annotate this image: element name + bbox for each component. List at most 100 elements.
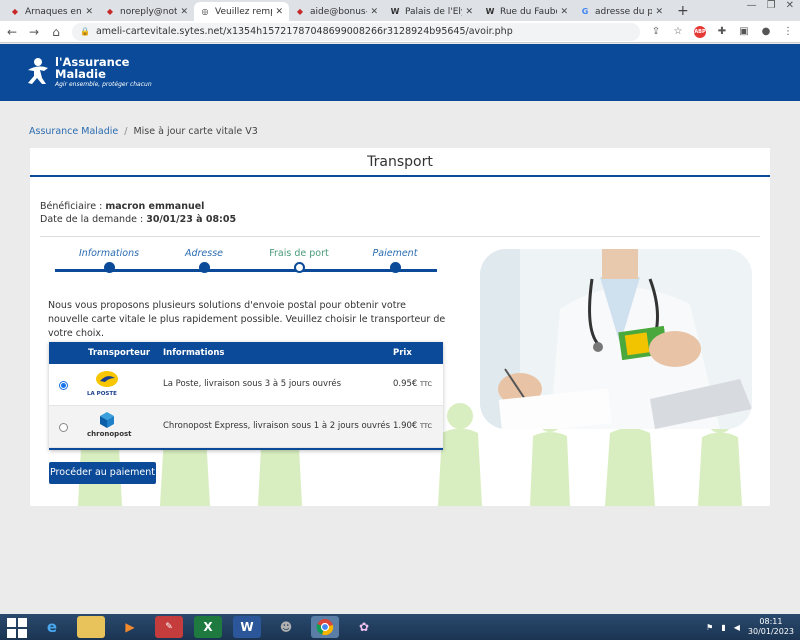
close-tab-icon[interactable]: ✕ xyxy=(560,7,568,17)
table-bottom-border xyxy=(49,448,443,450)
request-info: Bénéficiaire : macron emmanuel Date de l… xyxy=(40,201,237,225)
chronopost-radio[interactable] xyxy=(59,423,68,432)
step-frais-de-port: Frais de port xyxy=(259,248,339,273)
doctor-photo xyxy=(480,249,752,429)
tab-6[interactable]: Gadresse du pala✕ xyxy=(574,2,669,21)
flag-icon[interactable]: ⚑ xyxy=(706,623,713,632)
table-row-chronopost[interactable]: chronopost Chronopost Express, livraison… xyxy=(49,406,443,448)
tab-3[interactable]: ◆aide@bonus-ec✕ xyxy=(289,2,384,21)
window-controls: — ❐ ✕ xyxy=(747,0,794,11)
doctor-illustration xyxy=(480,249,752,429)
minimize-icon[interactable]: — xyxy=(747,0,757,11)
star-icon[interactable]: ☆ xyxy=(672,26,684,37)
laposte-logo: LA POSTE xyxy=(87,370,127,400)
laposte-radio[interactable] xyxy=(59,381,68,390)
profile-icon[interactable]: ● xyxy=(760,26,772,37)
tab-0[interactable]: ◆Arnaques en lig✕ xyxy=(4,2,99,21)
close-tab-icon[interactable]: ✕ xyxy=(180,7,188,17)
divider xyxy=(40,236,760,237)
share-icon[interactable]: ⇪ xyxy=(650,26,662,37)
step-dot xyxy=(103,262,115,273)
excel-icon[interactable]: X xyxy=(194,616,222,638)
new-tab-button[interactable]: + xyxy=(669,2,697,21)
request-date: 30/01/23 à 08:05 xyxy=(146,214,237,225)
url-text: ameli-cartevitale.sytes.net/x1354h157217… xyxy=(95,26,513,37)
laposte-bird-icon xyxy=(96,371,118,387)
step-informations: Informations xyxy=(69,248,149,273)
wikipedia-icon: W xyxy=(485,6,495,16)
close-tab-icon[interactable]: ✕ xyxy=(85,7,93,17)
adblock-icon[interactable]: ABP xyxy=(694,25,706,38)
table-header: Transporteur Informations Prix xyxy=(49,342,443,364)
page-title: Transport xyxy=(30,148,770,177)
extensions-icon[interactable]: ✚ xyxy=(716,26,728,37)
back-icon[interactable]: ← xyxy=(6,25,18,39)
breadcrumb: Assurance Maladie / Mise à jour carte vita… xyxy=(29,126,258,137)
step-dot-current xyxy=(293,262,305,273)
file-explorer-icon[interactable] xyxy=(77,616,105,638)
transport-card: Transport Bénéficiaire : macron emmanuel… xyxy=(30,148,770,506)
tab-5[interactable]: WRue du Faubou✕ xyxy=(479,2,574,21)
word-icon[interactable]: W xyxy=(233,616,261,638)
media-player-icon[interactable]: ▶ xyxy=(116,616,144,638)
tab-2[interactable]: ◎Veuillez rempli✕ xyxy=(194,2,289,21)
mail-icon: ◆ xyxy=(106,6,114,16)
windows-taskbar: e ▶ ✎ X W ☻ ✿ ⚑ ▮ ◀ 08:11 30/01/2023 xyxy=(0,614,800,640)
chrome-icon[interactable] xyxy=(311,616,339,638)
globe-icon: ◎ xyxy=(201,6,209,16)
step-dot xyxy=(389,262,401,273)
wikipedia-icon: W xyxy=(390,6,400,16)
step-adresse: Adresse xyxy=(164,248,244,273)
logo-figure-icon xyxy=(28,58,48,84)
close-tab-icon[interactable]: ✕ xyxy=(465,7,473,17)
sidebar-icon[interactable]: ▣ xyxy=(738,26,750,37)
clock[interactable]: 08:11 30/01/2023 xyxy=(748,617,794,637)
url-field[interactable]: 🔒 ameli-cartevitale.sytes.net/x1354h1572… xyxy=(72,22,640,41)
internet-explorer-icon[interactable]: e xyxy=(38,616,66,638)
network-icon[interactable]: ▮ xyxy=(721,623,725,632)
table-row-laposte[interactable]: LA POSTE La Poste, livraison sous 3 à 5 … xyxy=(49,364,443,406)
logo-tagline: Agir ensemble, protéger chacun xyxy=(55,81,152,88)
address-bar: ← → ⌂ 🔒 ameli-cartevitale.sytes.net/x135… xyxy=(0,21,800,43)
menu-icon[interactable]: ⋮ xyxy=(782,26,794,37)
proceed-payment-button[interactable]: Procéder au paiement xyxy=(49,462,156,484)
carrier-table: Transporteur Informations Prix LA POSTE … xyxy=(49,342,443,450)
close-window-icon[interactable]: ✕ xyxy=(786,0,794,11)
site-header: l'Assurance Maladie Agir ensemble, proté… xyxy=(0,44,800,101)
chrome-logo-icon xyxy=(316,619,334,636)
windows-start-icon[interactable] xyxy=(6,616,28,638)
breadcrumb-separator: / xyxy=(124,126,128,137)
browser-tab-bar: ◆Arnaques en lig✕ ◆noreply@notify✕ ◎Veui… xyxy=(0,0,800,21)
scam-site-icon: ◆ xyxy=(11,6,19,16)
beneficiary-name: macron emmanuel xyxy=(105,201,205,212)
assurance-maladie-logo[interactable]: l'Assurance Maladie Agir ensemble, proté… xyxy=(24,56,152,88)
laposte-info: La Poste, livraison sous 3 à 5 jours ouv… xyxy=(163,379,342,389)
close-tab-icon[interactable]: ✕ xyxy=(655,7,663,17)
mail-icon: ◆ xyxy=(296,6,304,16)
intro-text: Nous vous proposons plusieurs solutions … xyxy=(48,300,446,339)
gimp-icon[interactable]: ☻ xyxy=(272,616,300,638)
paint-icon[interactable]: ✎ xyxy=(155,616,183,638)
system-tray: ⚑ ▮ ◀ 08:11 30/01/2023 xyxy=(706,614,794,640)
laposte-price: 0.95€ TTC xyxy=(393,379,433,389)
step-dot xyxy=(198,262,210,273)
progress-stepper: Informations Adresse Frais de port Paiem… xyxy=(55,248,437,278)
forward-icon[interactable]: → xyxy=(28,25,40,39)
logo-line2: Maladie xyxy=(55,67,106,81)
google-icon: G xyxy=(581,6,589,16)
volume-icon[interactable]: ◀ xyxy=(734,623,740,632)
home-icon[interactable]: ⌂ xyxy=(50,25,62,39)
close-tab-icon[interactable]: ✕ xyxy=(275,7,283,17)
maximize-icon[interactable]: ❐ xyxy=(767,0,776,11)
breadcrumb-home[interactable]: Assurance Maladie xyxy=(29,126,118,137)
chronopost-cube-icon xyxy=(100,412,114,428)
lock-icon[interactable]: 🔒 xyxy=(80,27,90,36)
step-paiement: Paiement xyxy=(355,248,435,273)
tab-1[interactable]: ◆noreply@notify✕ xyxy=(99,2,194,21)
breadcrumb-current: Mise à jour carte vitale V3 xyxy=(133,126,258,137)
picasa-icon[interactable]: ✿ xyxy=(350,616,378,638)
close-tab-icon[interactable]: ✕ xyxy=(370,7,378,17)
chronopost-info: Chronopost Express, livraison sous 1 à 2… xyxy=(163,421,391,431)
tab-4[interactable]: WPalais de l'Élysé✕ xyxy=(384,2,479,21)
chronopost-price: 1.90€ TTC xyxy=(393,421,433,431)
